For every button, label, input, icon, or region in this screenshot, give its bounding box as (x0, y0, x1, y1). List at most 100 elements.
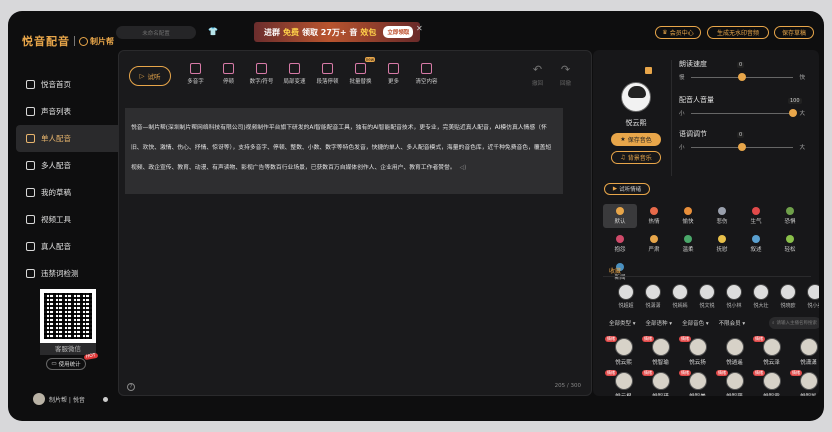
filter-dropdown-0[interactable]: 全部类型 ▾ (609, 319, 636, 327)
emotion-4[interactable]: 生气 (739, 204, 773, 228)
filter-dropdown-2[interactable]: 全部音色 ▾ (682, 319, 709, 327)
replace-icon (355, 63, 366, 74)
tool-6[interactable]: 更多 (377, 63, 410, 85)
favorites-tab[interactable]: 收藏 (609, 266, 621, 275)
voice-search-input[interactable]: ⌕ 请输入主播名称搜索 (769, 317, 819, 329)
favorite-voice[interactable]: 悦潇潇 (644, 284, 662, 309)
favorite-voice[interactable]: 悦小美 (806, 284, 819, 309)
bg-music-button[interactable]: ♫ 背景音乐 (611, 151, 661, 164)
emotion-label: 抱怨 (614, 247, 626, 253)
script-text-area[interactable]: 悦音—制片帮(深圳制片帮网络科技有限公司)视频制作平台旗下研发的AI智能配音工具… (125, 108, 563, 194)
favorite-voice[interactable]: 悦小林 (725, 284, 743, 309)
emotion-10[interactable]: 叙述 (739, 232, 773, 256)
user-profile[interactable]: 制片帮 | 悦音 (33, 393, 108, 405)
sidebar-item-6[interactable]: 真人配音 (16, 233, 122, 260)
emotion-2[interactable]: 愉快 (671, 204, 705, 228)
speed-icon (289, 63, 300, 74)
voice-item[interactable]: 情绪悦智凯 (790, 370, 819, 396)
voice-item-name: 悦云熙 (615, 360, 632, 366)
sidebar-item-4[interactable]: 我的草稿 (16, 179, 122, 206)
slider-knob[interactable] (738, 143, 746, 151)
favorite-voice[interactable]: 悦文锐 (698, 284, 716, 309)
emotion-icon (650, 207, 658, 215)
favorite-voice[interactable]: 悦超超 (617, 284, 635, 309)
sidebar-item-0[interactable]: 悦音首页 (16, 71, 122, 98)
tool-5[interactable]: 批量替换 new (344, 57, 377, 85)
voice-item[interactable]: 情绪 悦云熙 (605, 336, 642, 366)
tool-2[interactable]: 数字/符号 (245, 63, 278, 85)
sidebar-item-7[interactable]: 违禁词检测 (16, 260, 122, 287)
favorite-voice[interactable]: 悦晓欧 (779, 284, 797, 309)
close-icon[interactable]: ✕ (416, 24, 423, 33)
undo-button[interactable]: ↶ 撤回 (532, 63, 543, 87)
emotion-5[interactable]: 恐惧 (773, 204, 807, 228)
audition-button[interactable]: ▷ 试听 (129, 66, 171, 86)
favorite-name: 悦嫣嫣 (672, 303, 688, 309)
favorite-voice[interactable]: 悦嫣嫣 (671, 284, 689, 309)
shirt-icon[interactable]: 👕 (208, 27, 218, 37)
tool-0[interactable]: 多音字 (179, 63, 212, 85)
tool-4[interactable]: 段落停顿 (311, 63, 344, 85)
slider-track-row[interactable]: 小 0 大 (679, 132, 805, 152)
tool-1[interactable]: 停顿 (212, 63, 245, 85)
emotion-7[interactable]: 严肃 (637, 232, 671, 256)
save-draft-button[interactable]: 保存草稿 (774, 26, 814, 39)
voice-item[interactable]: 悦潇潇 (790, 338, 819, 366)
pin-icon[interactable] (645, 67, 652, 74)
emotion-3[interactable]: 悲伤 (705, 204, 739, 228)
help-icon[interactable]: ? (127, 383, 135, 391)
emotion-0[interactable]: 默认 (603, 204, 637, 228)
voice-item[interactable]: 情绪悦智霞 (753, 370, 790, 396)
sidebar-item-2[interactable]: 单人配音 (16, 125, 122, 152)
emotion-label: 默认 (614, 219, 626, 225)
slider-track-row[interactable]: 小 100 大 (679, 98, 805, 118)
voice-item[interactable]: 情绪悦智瑾 (642, 370, 679, 396)
voice-item[interactable]: 情绪悦云枫 (605, 370, 642, 396)
slider-min-label: 小 (679, 111, 685, 117)
emotion-9[interactable]: 抚慰 (705, 232, 739, 256)
voice-avatar[interactable] (621, 82, 651, 112)
voice-item[interactable]: 情绪 悦云泽 (753, 336, 790, 366)
slider-knob[interactable] (738, 73, 746, 81)
slider-track[interactable] (691, 113, 793, 114)
save-voice-button[interactable]: ★ 保存音色 (611, 133, 661, 146)
draft-name-input[interactable]: 未命名配置 (116, 26, 196, 39)
sidebar-item-5[interactable]: 视频工具 (16, 206, 122, 233)
emotion-6[interactable]: 抱怨 (603, 232, 637, 256)
sidebar-item-3[interactable]: 多人配音 (16, 152, 122, 179)
filter-dropdown-1[interactable]: 全部语种 ▾ (646, 319, 673, 327)
usage-stats-button[interactable]: ▭ 使用统计 (46, 358, 86, 370)
filter-dropdown-3[interactable]: 不限会员 ▾ (719, 319, 746, 327)
slider-track-row[interactable]: 慢 0 快 (679, 62, 805, 82)
promo-banner[interactable]: 进群 免费 领取 27万+ 音 效包 立即领取 (254, 22, 420, 42)
emotion-8[interactable]: 温柔 (671, 232, 705, 256)
tool-7[interactable]: 清空内容 (410, 63, 443, 85)
slider-title: 配音人音量 (679, 96, 714, 104)
emotion-11[interactable]: 轻松 (773, 232, 807, 256)
avatar (651, 372, 670, 390)
emotion-tag: 情绪 (753, 370, 765, 376)
listen-icon[interactable]: ◁) (460, 165, 467, 171)
watermark-free-button[interactable]: 生成无水印音频 (707, 26, 769, 39)
voice-item[interactable]: 情绪悦智萌 (716, 370, 753, 396)
voice-item[interactable]: 悦逍遥 (716, 338, 753, 366)
voice-item[interactable]: 情绪悦智美 (679, 370, 716, 396)
avatar (699, 284, 715, 300)
emotion-1[interactable]: 热情 (637, 204, 671, 228)
app-logo[interactable]: 悦音配音 制片帮 (22, 33, 114, 49)
banner-claim-button[interactable]: 立即领取 (383, 26, 414, 38)
member-center-button[interactable]: ♛ 会员中心 (655, 26, 701, 39)
emotion-label: 叙述 (750, 247, 762, 253)
redo-label: 回撤 (560, 81, 572, 87)
avatar (799, 338, 818, 356)
tool-3[interactable]: 局部变速 (278, 63, 311, 85)
voice-item[interactable]: 情绪 悦智瑜 (642, 336, 679, 366)
sidebar-item-1[interactable]: 声音列表 (16, 98, 122, 125)
settings-icon[interactable] (102, 396, 108, 402)
emotion-audition-button[interactable]: ▶ 试听情绪 (604, 183, 650, 195)
slider-knob[interactable] (789, 109, 797, 117)
redo-button[interactable]: ↷ 回撤 (560, 63, 571, 87)
voice-item[interactable]: 情绪 悦云扬 (679, 336, 716, 366)
favorite-voice[interactable]: 悦大壮 (752, 284, 770, 309)
draft-icon (26, 188, 35, 197)
